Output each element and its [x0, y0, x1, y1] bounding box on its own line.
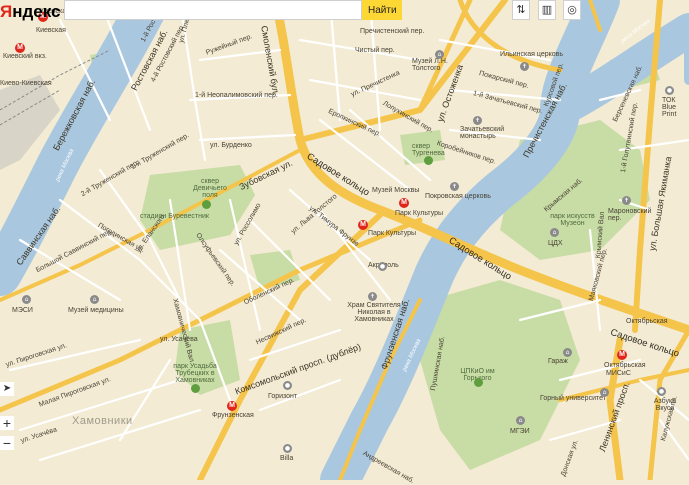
search-button[interactable]: Найти [362, 0, 402, 20]
church-icon[interactable]: ✝ [520, 62, 529, 71]
poi-label: Горизонт [268, 393, 298, 400]
church-icon[interactable]: ✝ [622, 196, 631, 205]
poi-label: Покровская церковь [425, 193, 491, 200]
park-label: стадион Буревестник [140, 213, 209, 220]
park-label: сквер Девичьего поля [193, 178, 227, 199]
yandex-logo[interactable]: Яндекс [0, 2, 60, 22]
university-icon[interactable]: ⌂ [600, 388, 609, 397]
poi-label: Храм Святителя Николая в Хамовниках [347, 302, 401, 323]
poi-label: ТОК Blue Print [662, 97, 677, 118]
poi-label: Горный университет [540, 395, 606, 402]
arrow-icon: ➤ [2, 383, 12, 394]
university-icon[interactable]: ⌂ [22, 295, 31, 304]
metro-icon[interactable]: M [358, 220, 368, 230]
search-input[interactable] [65, 4, 361, 23]
metro-label: Парк Культуры [395, 210, 444, 217]
church-icon[interactable]: ✝ [473, 116, 482, 125]
street-label: Пречистенский пер. [360, 28, 425, 35]
shop-icon[interactable]: ● [657, 387, 666, 396]
church-icon[interactable]: ✝ [450, 182, 459, 191]
metro-icon[interactable]: M [15, 43, 25, 53]
park-label: парк Усадьба Трубецких в Хамовниках [173, 363, 217, 384]
shop-icon[interactable]: ● [665, 86, 674, 95]
street-label: ул. Бурденко [210, 142, 252, 149]
shop-icon[interactable]: ● [283, 381, 292, 390]
metro-label: Октябрьская [604, 362, 646, 369]
park-label: парк искусств Музеон [550, 213, 595, 227]
metro-icon[interactable]: M [227, 401, 237, 411]
street-label: ул. Усачёва [160, 336, 198, 343]
park-icon[interactable] [202, 200, 211, 209]
poi-label: МИСиС [606, 370, 631, 377]
route-icon: ⇅ [516, 3, 526, 16]
poi-label: Киево-Киевская [0, 80, 52, 87]
metro-label: Октябрьская [626, 318, 668, 325]
poi-label: Ильинская церковь [500, 51, 563, 58]
locate-button[interactable]: ➤ [0, 382, 14, 396]
district-label: Хамовники [72, 415, 133, 427]
search-box[interactable] [64, 0, 362, 23]
church-icon[interactable]: ✝ [368, 292, 377, 301]
university-icon[interactable]: ⌂ [516, 416, 525, 425]
park-icon[interactable] [191, 384, 200, 393]
museum-icon[interactable]: ⌂ [90, 295, 99, 304]
museum-icon[interactable]: ⌂ [435, 50, 444, 59]
metro-icon[interactable]: M [399, 198, 409, 208]
poi-label: Вilla [280, 455, 294, 462]
shop-icon[interactable]: ● [283, 444, 292, 453]
poi-label: Гараж [548, 358, 568, 365]
park-icon[interactable] [424, 156, 433, 165]
park-icon[interactable] [474, 378, 483, 387]
poi-label: Музей Л.Н. Толстого [412, 58, 448, 72]
poi-label: МГЭИ [510, 428, 530, 435]
street-label: 1-й Неопалимовский пер. [195, 92, 278, 99]
poi-label: Зачатьевский монастырь [460, 126, 505, 140]
metro-label: Киевская [36, 27, 66, 34]
pin-icon: ◎ [567, 3, 577, 16]
zoom-in-button[interactable]: + [0, 416, 14, 430]
poi-label: МЭСИ [12, 307, 33, 314]
route-button[interactable]: ⇅ [512, 0, 530, 20]
park-label: сквер Тургенева [412, 143, 445, 157]
poi-label: Киевский вкз. [3, 53, 47, 60]
shop-icon[interactable]: ● [378, 262, 387, 271]
traffic-icon: ▥ [541, 3, 553, 16]
metro-label: Парк Культуры [368, 230, 417, 237]
poi-label: Мароновский пер. [608, 208, 652, 222]
museum-icon[interactable]: ⌂ [563, 348, 572, 357]
poi-label: Музей медицины [68, 307, 124, 314]
museum-icon[interactable]: ⌂ [550, 228, 559, 237]
zoom-out-button[interactable]: − [0, 436, 14, 450]
metro-icon[interactable]: M [617, 350, 627, 360]
metro-label: Фрунзенская [212, 412, 254, 419]
poi-label: ЦДХ [548, 240, 563, 247]
logo-text: ндекс [12, 2, 61, 21]
street-label: Чистый пер. [355, 47, 395, 54]
logo-letter: Я [0, 2, 13, 21]
poi-label: Музей Москвы [372, 187, 420, 194]
layers-button[interactable]: ◎ [563, 0, 581, 20]
traffic-button[interactable]: ▥ [538, 0, 556, 20]
